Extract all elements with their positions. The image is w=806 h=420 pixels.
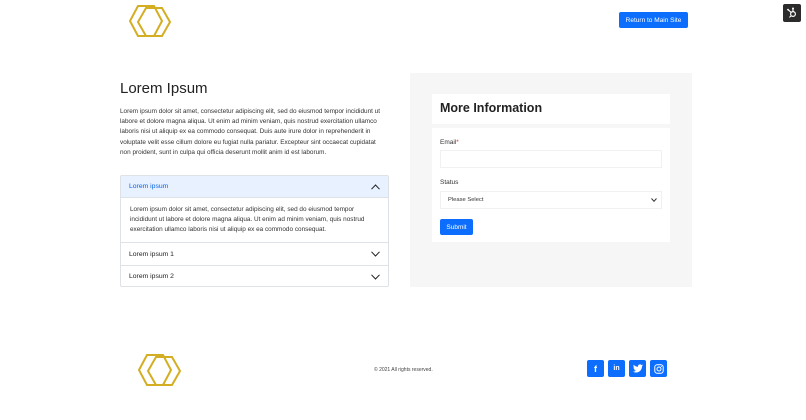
brand-logo[interactable] (124, 4, 174, 38)
facebook-icon: f (594, 363, 597, 374)
status-label: Status (440, 179, 459, 186)
accordion-title: Lorem ipsum 2 (129, 273, 174, 280)
accordion-header-1[interactable]: Lorem ipsum 1 (121, 243, 388, 265)
linkedin-button[interactable]: in (608, 360, 625, 377)
accordion-item: Lorem ipsum 1 (121, 243, 388, 265)
chevron-up-icon (371, 183, 380, 190)
page-title: Lorem Ipsum (120, 80, 208, 97)
intro-paragraph: Lorem ipsum dolor sit amet, consectetur … (120, 108, 381, 156)
submit-button[interactable]: Submit (440, 219, 473, 235)
required-mark: * (456, 139, 459, 146)
linkedin-icon: in (613, 365, 620, 372)
accordion-body: Lorem ipsum dolor sit amet, consectetur … (121, 198, 388, 243)
facebook-button[interactable]: f (587, 360, 604, 377)
twitter-button[interactable] (629, 360, 646, 377)
chevron-down-icon (371, 251, 380, 257)
accordion-header-0[interactable]: Lorem ipsum (121, 176, 388, 198)
status-select[interactable]: Please Select (440, 191, 662, 209)
instagram-button[interactable] (650, 360, 667, 377)
instagram-icon (653, 363, 664, 374)
return-to-main-site-button[interactable]: Return to Main Site (619, 12, 688, 28)
twitter-icon (632, 364, 643, 373)
hubspot-icon[interactable] (783, 4, 801, 22)
email-field[interactable] (440, 150, 662, 168)
accordion: Lorem ipsum Lorem ipsum dolor sit amet, … (120, 175, 389, 287)
accordion-header-2[interactable]: Lorem ipsum 2 (121, 265, 388, 286)
copyright-text: © 2021 All rights reserved. (374, 367, 433, 373)
accordion-title: Lorem ipsum 1 (129, 250, 174, 258)
accordion-item: Lorem ipsum 2 (121, 265, 388, 286)
email-label: Email* (440, 139, 459, 146)
chevron-down-icon (651, 198, 657, 202)
footer-logo[interactable] (133, 353, 185, 387)
status-selected-value: Please Select (448, 197, 484, 203)
form-title: More Information (440, 101, 543, 115)
chevron-down-icon (371, 273, 380, 280)
accordion-title: Lorem ipsum (129, 183, 169, 190)
accordion-item: Lorem ipsum Lorem ipsum dolor sit amet, … (121, 176, 388, 243)
